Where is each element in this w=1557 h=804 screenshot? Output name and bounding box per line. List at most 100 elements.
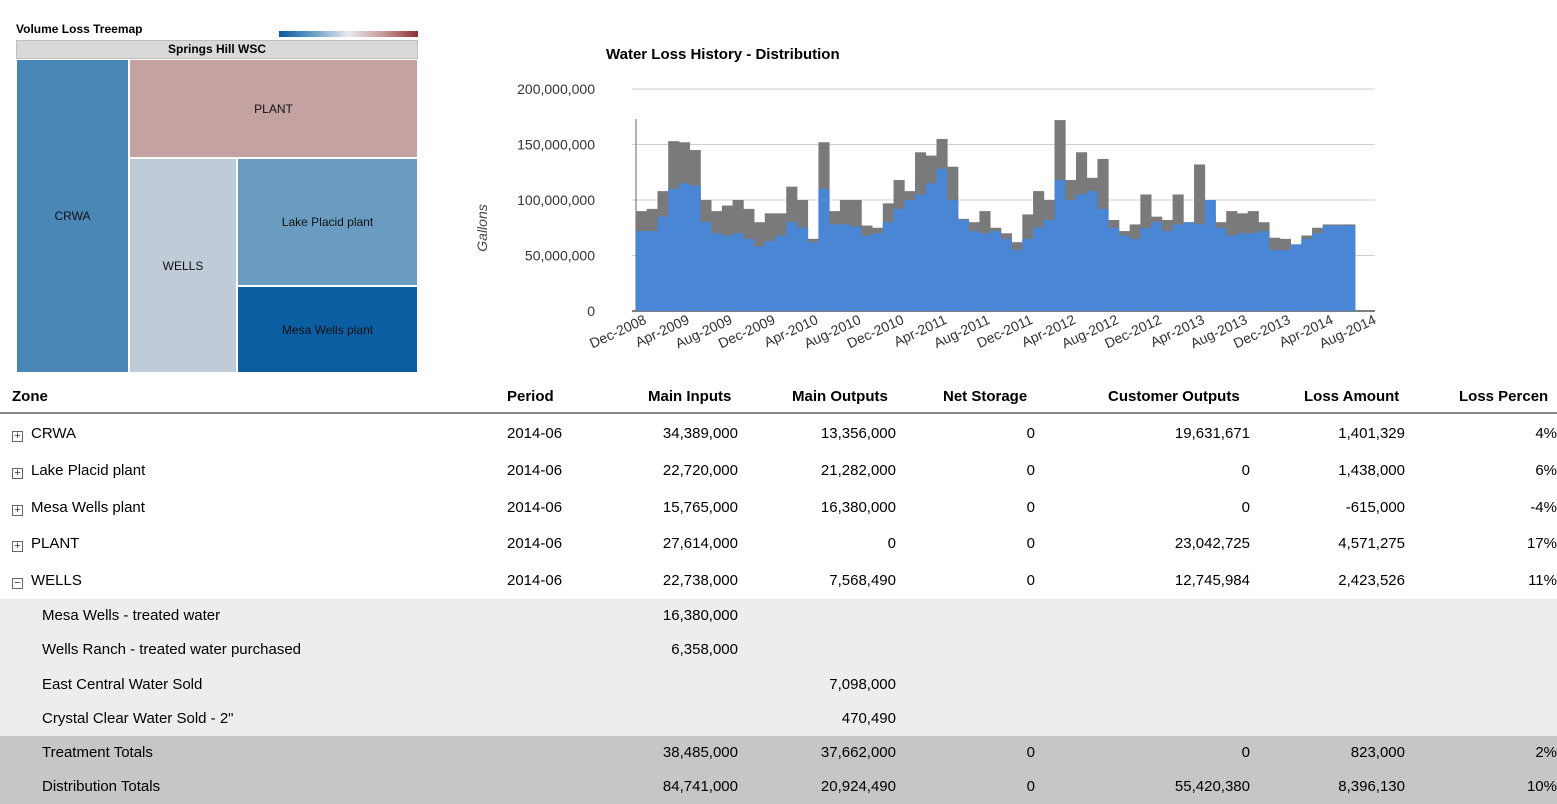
header-loss-percent[interactable]: Loss Percen bbox=[1459, 388, 1548, 405]
cell-main-outputs: 21,282,000 bbox=[820, 461, 896, 479]
table-row[interactable]: + PLANT 2014-06 27,614,000 0 0 23,042,725 4,571… bbox=[0, 526, 1557, 563]
chart-bar-distribution bbox=[1312, 233, 1324, 311]
chart-bar-distribution bbox=[678, 183, 691, 311]
cell-main-outputs: 37,662,000 bbox=[820, 744, 896, 761]
table-row[interactable]: + CRWA 2014-06 34,389,000 13,356,000 0 19,631,… bbox=[0, 416, 1557, 453]
treemap-cell-label: CRWA bbox=[54, 209, 91, 223]
chart-bar-distribution bbox=[1183, 222, 1195, 311]
chart-bar-distribution bbox=[1054, 180, 1066, 311]
chart-bar-distribution bbox=[721, 235, 733, 311]
table-row[interactable]: + Mesa Wells plant 2014-06 15,765,000 16,380… bbox=[0, 490, 1557, 527]
cell-net-storage: 0 bbox=[1026, 572, 1035, 590]
detail-name: East Central Water Sold bbox=[42, 675, 203, 693]
chart-bar-distribution bbox=[1301, 238, 1313, 311]
chart-y-axis-label: Gallons bbox=[474, 204, 490, 251]
chart-bar-distribution bbox=[818, 188, 830, 311]
treemap-cell-wells[interactable]: WELLS bbox=[129, 158, 237, 373]
chart-bar-distribution bbox=[979, 233, 991, 311]
detail-name: Crystal Clear Water Sold - 2" bbox=[42, 709, 234, 727]
treemap-cell-label: Lake Placid plant bbox=[281, 215, 374, 229]
chart-bar-distribution bbox=[1172, 224, 1184, 311]
chart-bar-distribution bbox=[743, 238, 755, 311]
table-row[interactable]: + Lake Placid plant 2014-06 22,720,000 21,28… bbox=[0, 453, 1557, 490]
chart-bar-distribution bbox=[775, 235, 787, 311]
chart-bar-distribution bbox=[1118, 235, 1131, 311]
chart-bar-distribution bbox=[1322, 225, 1334, 311]
chart-bar-distribution bbox=[925, 183, 937, 311]
cell-loss-percent: -4% bbox=[1530, 498, 1557, 516]
expand-icon[interactable]: + bbox=[12, 541, 23, 553]
cell-main-outputs: 20,924,490 bbox=[820, 778, 896, 795]
treemap-cell-label: PLANT bbox=[254, 101, 293, 116]
cell-period: 2014-06 bbox=[507, 461, 563, 479]
header-customer-outputs[interactable]: Customer Outputs bbox=[1108, 388, 1240, 405]
cell-net-storage: 0 bbox=[1026, 425, 1035, 442]
cell-net-storage: 0 bbox=[1026, 535, 1035, 553]
chart-bar-distribution bbox=[1194, 224, 1206, 311]
chart-bar-distribution bbox=[968, 231, 980, 311]
y-tick-label: 200,000,000 bbox=[517, 81, 595, 97]
header-loss-amount[interactable]: Loss Amount bbox=[1304, 388, 1399, 405]
header-main-outputs[interactable]: Main Outputs bbox=[792, 388, 888, 405]
treemap-color-legend bbox=[279, 31, 418, 37]
header-period[interactable]: Period bbox=[507, 388, 554, 405]
chart-bar-distribution bbox=[1344, 225, 1356, 311]
treemap-cell-lake-placid-plant[interactable]: Lake Placid plant bbox=[237, 158, 418, 286]
cell-main-inputs: 34,389,000 bbox=[662, 425, 738, 442]
volume-loss-treemap: Springs Hill WSC CRWA PLANT WELLS Lake P… bbox=[16, 40, 418, 373]
cell-loss-amount: 8,396,130 bbox=[1338, 778, 1405, 795]
expand-icon[interactable]: + bbox=[12, 504, 23, 516]
chart-bar-distribution bbox=[872, 233, 884, 311]
chart-title: Water Loss History - Distribution bbox=[606, 46, 840, 63]
chart-bar-distribution bbox=[1333, 225, 1345, 311]
cell-net-storage: 0 bbox=[1026, 498, 1035, 516]
cell-main-inputs: 6,358,000 bbox=[671, 641, 738, 659]
detail-name: Wells Ranch - treated water purchased bbox=[42, 641, 302, 659]
cell-main-outputs: 0 bbox=[887, 535, 896, 553]
chart-bar-distribution bbox=[861, 235, 873, 311]
collapse-icon[interactable]: − bbox=[12, 578, 23, 590]
treemap-cell-crwa[interactable]: CRWA bbox=[16, 59, 129, 373]
cell-net-storage: 0 bbox=[1026, 778, 1035, 795]
chart-bar-distribution bbox=[882, 222, 894, 311]
chart-bar-distribution bbox=[796, 227, 809, 311]
chart-bar-distribution bbox=[668, 188, 680, 311]
cell-loss-percent: 2% bbox=[1535, 744, 1557, 761]
cell-main-inputs: 16,380,000 bbox=[662, 607, 738, 624]
zone-name: CRWA bbox=[31, 425, 76, 442]
expand-icon[interactable]: + bbox=[12, 431, 23, 442]
cell-main-inputs: 84,741,000 bbox=[662, 778, 738, 795]
cell-main-outputs: 7,098,000 bbox=[829, 675, 896, 693]
chart-bar-distribution bbox=[904, 200, 916, 311]
cell-customer-outputs: 0 bbox=[1241, 744, 1250, 761]
table-header-row: Zone Period Main Inputs Main Outputs Net… bbox=[0, 382, 1557, 414]
cell-net-storage: 0 bbox=[1026, 744, 1035, 761]
treemap-cell-mesa-wells-plant[interactable]: Mesa Wells plant bbox=[237, 286, 418, 373]
chart-bar-distribution bbox=[1269, 249, 1281, 311]
table-row[interactable]: − WELLS 2014-06 22,738,000 7,568,490 0 12,745,… bbox=[0, 563, 1557, 600]
expand-icon[interactable]: + bbox=[12, 467, 23, 479]
header-main-inputs[interactable]: Main Inputs bbox=[648, 388, 731, 405]
chart-bar-distribution bbox=[1065, 200, 1077, 311]
zone-name: WELLS bbox=[31, 572, 82, 590]
cell-loss-percent: 10% bbox=[1526, 778, 1557, 795]
chart-bar-distribution bbox=[829, 224, 841, 311]
header-net-storage[interactable]: Net Storage bbox=[943, 388, 1027, 405]
cell-loss-percent: 11% bbox=[1528, 572, 1557, 590]
header-zone[interactable]: Zone bbox=[12, 388, 48, 405]
treemap-cell-plant[interactable]: PLANT bbox=[129, 59, 418, 158]
cell-period: 2014-06 bbox=[507, 425, 563, 442]
totals-row: Treatment Totals 38,485,000 37,662,000 0 0 82… bbox=[0, 736, 1557, 770]
chart-bar-distribution bbox=[636, 231, 648, 311]
treemap-root-header[interactable]: Springs Hill WSC bbox=[16, 40, 418, 59]
totals-name: Treatment Totals bbox=[42, 744, 153, 761]
chart-bars bbox=[636, 120, 1356, 311]
treemap-cell-label: WELLS bbox=[162, 258, 204, 273]
cell-main-inputs: 38,485,000 bbox=[662, 744, 738, 761]
y-tick-label: 0 bbox=[587, 303, 595, 319]
water-loss-history-chart: Water Loss History - Distribution Gallon… bbox=[474, 46, 1379, 351]
cell-main-outputs: 13,356,000 bbox=[820, 425, 896, 442]
cell-period: 2014-06 bbox=[507, 498, 563, 516]
chart-bar-distribution bbox=[1279, 249, 1292, 311]
chart-bar-distribution bbox=[936, 168, 948, 311]
